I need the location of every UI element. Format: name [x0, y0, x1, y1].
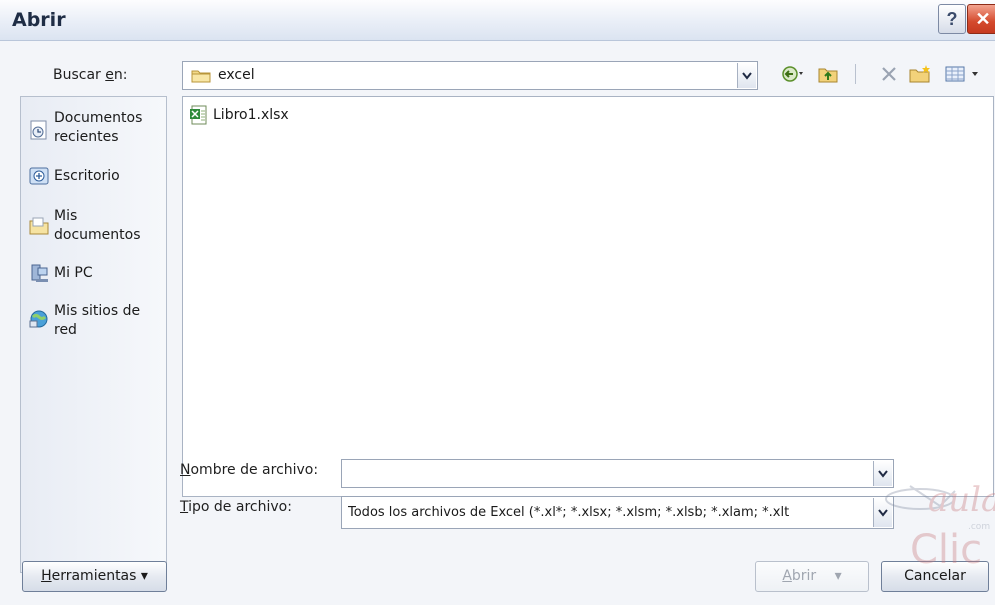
my-computer-icon: [31, 264, 48, 282]
delete-button[interactable]: [876, 63, 902, 85]
place-desktop[interactable]: Escritorio: [21, 165, 166, 189]
recent-documents-icon: [30, 120, 47, 140]
help-icon: ?: [946, 9, 958, 29]
places-bar: Documentos recientes Escritorio Mis docu…: [20, 96, 167, 573]
new-folder-button[interactable]: [906, 63, 934, 85]
lookin-dropdown-button[interactable]: [737, 63, 756, 88]
network-places-icon: [29, 310, 48, 328]
open-button[interactable]: Abrir ▾: [755, 561, 869, 592]
back-button[interactable]: [778, 63, 808, 85]
desktop-icon: [29, 167, 49, 185]
place-label: Mi PC: [54, 265, 93, 281]
filename-dropdown-button[interactable]: [873, 461, 892, 486]
place-my-computer[interactable]: Mi PC: [21, 262, 166, 286]
file-list[interactable]: Libro1.xlsx: [182, 96, 994, 497]
my-documents-icon: [29, 217, 49, 235]
views-icon: [945, 66, 978, 82]
chevron-down-icon: [878, 508, 888, 517]
up-folder-button[interactable]: [814, 63, 842, 85]
up-folder-icon: [818, 68, 838, 83]
help-button[interactable]: ?: [938, 4, 966, 34]
filetype-combo[interactable]: Todos los archivos de Excel (*.xl*; *.xl…: [341, 496, 894, 529]
chevron-down-icon: ▾: [834, 568, 842, 584]
place-label: Documentos recientes: [54, 110, 143, 145]
filename-combo[interactable]: [341, 459, 894, 488]
toolbar-separator: [852, 63, 860, 85]
file-name: Libro1.xlsx: [213, 107, 289, 123]
place-label: Mis documentos: [54, 208, 141, 243]
lookin-value: excel: [218, 67, 255, 83]
place-my-documents[interactable]: Mis documentos: [21, 207, 166, 247]
lookin-label: Buscar en:: [53, 67, 128, 83]
back-icon: [782, 66, 803, 82]
open-dialog: Buscar en: excel Documentos recientes Es…: [0, 41, 995, 605]
svg-text:.com: .com: [968, 522, 990, 532]
excel-file-icon: [190, 105, 207, 125]
new-folder-icon: [909, 65, 930, 83]
place-label: Escritorio: [54, 168, 120, 184]
tools-button[interactable]: Herramientas ▾: [22, 561, 167, 592]
place-label: Mis sitios de red: [54, 303, 141, 338]
filename-input[interactable]: [346, 463, 870, 485]
close-button[interactable]: ✕: [967, 4, 995, 34]
place-network-places[interactable]: Mis sitios de red: [21, 302, 166, 342]
filetype-dropdown-button[interactable]: [873, 498, 892, 527]
window-title: Abrir: [12, 9, 66, 31]
cancel-button[interactable]: Cancelar: [881, 561, 989, 592]
filetype-label: Tipo de archivo:: [180, 499, 292, 515]
delete-icon: [882, 67, 896, 81]
filetype-value: Todos los archivos de Excel (*.xl*; *.xl…: [348, 505, 790, 520]
filename-label: Nombre de archivo:: [180, 462, 319, 478]
file-item[interactable]: Libro1.xlsx: [189, 105, 289, 125]
chevron-down-icon: [878, 469, 888, 478]
lookin-combo[interactable]: excel: [182, 61, 758, 90]
close-icon: ✕: [975, 9, 991, 29]
place-recent-documents[interactable]: Documentos recientes: [21, 109, 166, 149]
views-button[interactable]: [940, 63, 986, 85]
title-bar: Abrir ? ✕: [0, 0, 995, 41]
folder-icon: [191, 70, 211, 83]
chevron-down-icon: [742, 71, 752, 80]
chevron-down-icon: ▾: [140, 568, 148, 584]
